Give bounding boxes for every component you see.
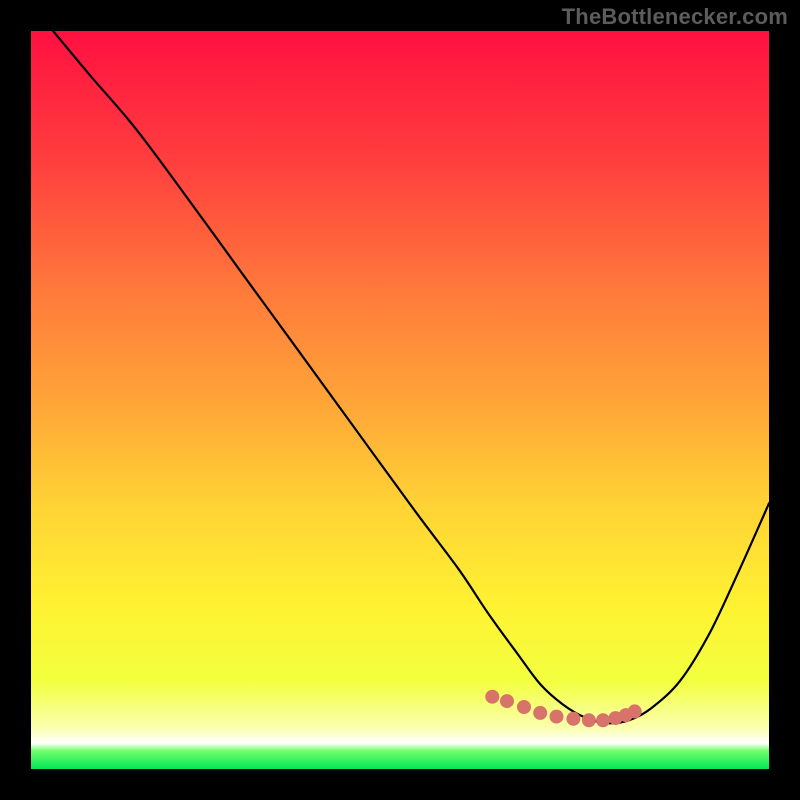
chart-svg [31,31,769,769]
optimal-marker [566,712,580,726]
optimal-marker [628,704,642,718]
optimal-marker [550,710,564,724]
optimal-marker [517,700,531,714]
chart-area [31,31,769,769]
gradient-background [31,31,769,769]
optimal-marker [485,690,499,704]
optimal-marker [582,713,596,727]
optimal-marker [500,694,514,708]
optimal-marker [596,713,610,727]
optimal-marker [533,706,547,720]
watermark-text: TheBottlenecker.com [562,4,788,30]
